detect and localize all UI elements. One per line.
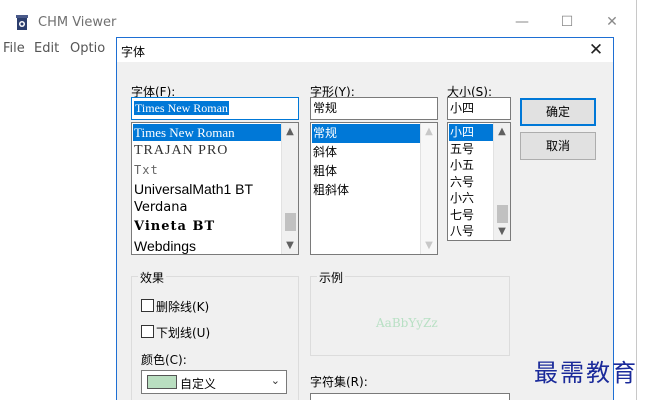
- menu-edit[interactable]: Edit: [34, 41, 59, 56]
- menu-options[interactable]: Optio: [70, 41, 105, 56]
- size-list[interactable]: 小四 五号 小五 六号 小六 七号 八号 ▲ ▼: [447, 122, 511, 241]
- font-list-scrollbar[interactable]: ▲ ▼: [281, 123, 298, 254]
- dialog-close-button[interactable]: ✕: [585, 39, 607, 61]
- size-item-xiao-wu[interactable]: 小五: [449, 157, 494, 174]
- style-input-value: 常规: [313, 101, 338, 115]
- scroll-thumb[interactable]: [285, 213, 296, 231]
- style-item-bold-italic[interactable]: 粗斜体: [312, 181, 421, 200]
- scroll-thumb[interactable]: [497, 205, 508, 223]
- size-item-ba-hao[interactable]: 八号: [449, 223, 494, 240]
- scroll-up-icon[interactable]: ▲: [282, 123, 298, 140]
- size-item-xiao-si[interactable]: 小四: [449, 124, 494, 141]
- menu-file[interactable]: File: [3, 41, 25, 56]
- scroll-down-icon[interactable]: ▼: [421, 237, 437, 254]
- font-item-webdings[interactable]: Webdings: [133, 236, 282, 254]
- size-list-scrollbar[interactable]: ▲ ▼: [493, 123, 510, 240]
- sample-text: AaBbYyZz: [376, 316, 438, 330]
- style-input[interactable]: 常规: [310, 97, 438, 120]
- cancel-button[interactable]: 取消: [520, 132, 596, 160]
- font-input-value: Times New Roman: [134, 101, 229, 115]
- style-item-bold[interactable]: 粗体: [312, 162, 421, 181]
- size-item-wu-hao[interactable]: 五号: [449, 141, 494, 158]
- font-item-universalmath1-bt[interactable]: UniversalMath1 BT: [133, 180, 282, 199]
- dialog-titlebar: 字体 ✕: [117, 38, 613, 62]
- font-item-txt[interactable]: Txt: [133, 161, 282, 180]
- chevron-down-icon: ⌄: [270, 374, 280, 387]
- size-item-xiao-liu[interactable]: 小六: [449, 190, 494, 207]
- maximize-button[interactable]: ☐: [553, 11, 581, 33]
- app-icon: [16, 15, 28, 30]
- app-close-button[interactable]: ✕: [598, 11, 626, 33]
- charset-select[interactable]: [310, 393, 510, 400]
- font-item-verdana[interactable]: Verdana: [133, 199, 282, 217]
- scroll-down-icon[interactable]: ▼: [494, 223, 510, 240]
- effects-title: 效果: [138, 269, 167, 286]
- size-input[interactable]: 小四: [447, 97, 511, 120]
- size-item-liu-hao[interactable]: 六号: [449, 174, 494, 191]
- strikeout-checkbox[interactable]: [141, 299, 154, 312]
- effects-group: 效果 删除线(K) 下划线(U) 颜色(C): 自定义 ⌄: [131, 269, 299, 400]
- color-select[interactable]: 自定义 ⌄: [141, 370, 287, 394]
- app-window-edge: [636, 0, 637, 400]
- charset-label: 字符集(R):: [310, 375, 368, 389]
- font-item-times-new-roman[interactable]: Times New Roman: [133, 124, 282, 141]
- minimize-button[interactable]: —: [508, 11, 536, 33]
- size-input-value: 小四: [450, 101, 475, 115]
- style-list-scrollbar[interactable]: ▲ ▼: [420, 123, 437, 254]
- style-item-regular[interactable]: 常规: [312, 124, 421, 143]
- underline-label[interactable]: 下划线(U): [156, 324, 210, 341]
- font-input[interactable]: Times New Roman: [131, 97, 299, 120]
- font-dialog: 字体 ✕ 字体(F): Times New Roman Times New Ro…: [116, 37, 614, 400]
- color-value: 自定义: [180, 377, 217, 391]
- sample-title: 示例: [317, 269, 346, 286]
- dialog-title: 字体: [121, 45, 146, 59]
- sample-group: 示例 AaBbYyZz: [310, 269, 510, 356]
- underline-checkbox[interactable]: [141, 325, 154, 338]
- scroll-up-icon[interactable]: ▲: [494, 123, 510, 140]
- font-item-trajan-pro[interactable]: TRAJAN PRO: [133, 141, 282, 161]
- font-list[interactable]: Times New Roman TRAJAN PRO Txt Universal…: [131, 122, 299, 255]
- style-list[interactable]: 常规 斜体 粗体 粗斜体 ▲ ▼: [310, 122, 438, 255]
- style-item-italic[interactable]: 斜体: [312, 143, 421, 162]
- ok-button[interactable]: 确定: [520, 98, 596, 126]
- app-title: CHM Viewer: [38, 15, 117, 30]
- strikeout-label[interactable]: 删除线(K): [156, 298, 209, 315]
- app-titlebar: CHM Viewer — ☐ ✕: [0, 0, 636, 34]
- font-item-vineta-bt[interactable]: Vineta BT: [133, 217, 282, 236]
- scroll-down-icon[interactable]: ▼: [282, 237, 298, 254]
- color-swatch: [147, 375, 177, 389]
- size-item-qi-hao[interactable]: 七号: [449, 207, 494, 224]
- color-label: 颜色(C):: [141, 353, 187, 367]
- watermark: 最需教育: [534, 359, 638, 387]
- scroll-up-icon[interactable]: ▲: [421, 123, 437, 140]
